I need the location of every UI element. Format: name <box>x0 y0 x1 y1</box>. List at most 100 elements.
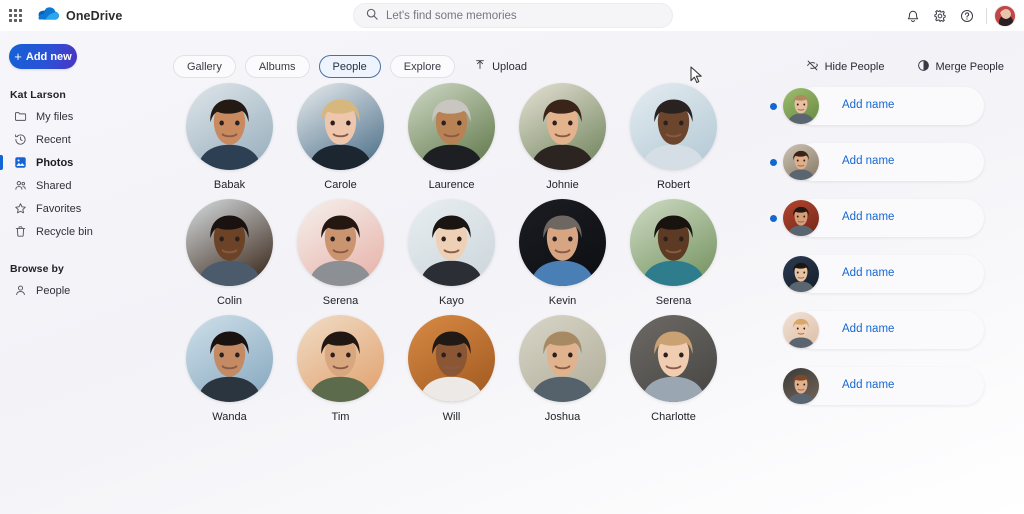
onedrive-photos-people-page: OneDrive Let's find some memories + Add … <box>0 0 1024 514</box>
person-tile[interactable]: Laurence <box>396 83 507 191</box>
person-tile[interactable]: Will <box>396 315 507 423</box>
tab-gallery[interactable]: Gallery <box>173 55 236 78</box>
person-name: Charlotte <box>651 411 696 423</box>
tab-albums[interactable]: Albums <box>244 55 310 78</box>
avatar[interactable] <box>994 4 1016 27</box>
person-face-photo <box>186 315 273 402</box>
person-face-photo <box>408 315 495 402</box>
tab-explore[interactable]: Explore <box>389 55 456 78</box>
hide-people-button[interactable]: Hide People <box>800 55 891 78</box>
sidebar-item-favorites[interactable]: Favorites <box>0 197 160 220</box>
sidebar-item-recent[interactable]: Recent <box>0 128 160 151</box>
suggestion-face-photo <box>783 256 819 292</box>
sidebar-item-label: Photos <box>36 156 74 169</box>
suggestion-face-photo <box>783 88 819 124</box>
upload-label: Upload <box>492 60 527 73</box>
add-name-label[interactable]: Add name <box>842 323 894 335</box>
add-new-label: Add new <box>25 50 72 63</box>
bell-icon[interactable] <box>900 3 925 28</box>
star-icon <box>13 202 27 216</box>
brand-name: OneDrive <box>66 8 123 23</box>
sidebar-item-photos[interactable]: Photos <box>0 151 160 174</box>
person-tile[interactable]: Serena <box>618 199 729 307</box>
person-name: Serena <box>322 295 359 307</box>
add-name-label[interactable]: Add name <box>842 99 894 111</box>
person-name: Serena <box>655 295 692 307</box>
sidebar-item-recycle-bin[interactable]: Recycle bin <box>0 220 160 243</box>
suggestion-face-photo <box>783 200 819 236</box>
merge-people-button[interactable]: Merge People <box>911 55 1011 78</box>
toolbar-divider <box>986 7 987 24</box>
plus-icon: + <box>14 49 22 64</box>
search-icon <box>366 7 378 25</box>
person-name: Robert <box>656 179 691 191</box>
add-name-row[interactable]: Add name <box>770 255 1020 293</box>
person-tile[interactable]: Robert <box>618 83 729 191</box>
photos-icon <box>13 156 27 170</box>
person-tile[interactable]: Kayo <box>396 199 507 307</box>
sidebar-item-label: Recent <box>36 133 71 146</box>
merge-people-label: Merge People <box>935 60 1005 73</box>
person-name: Carole <box>324 179 357 191</box>
person-tile[interactable]: Charlotte <box>618 315 729 423</box>
add-name-label[interactable]: Add name <box>842 211 894 223</box>
add-name-row[interactable]: Add name <box>770 87 1020 125</box>
app-launcher-grid-icon[interactable] <box>0 9 30 22</box>
sidebar-item-my-files[interactable]: My files <box>0 105 160 128</box>
people-actions: Hide People Merge People <box>796 55 1010 78</box>
person-tile[interactable]: Babak <box>174 83 285 191</box>
sidebar-item-people[interactable]: People <box>0 279 160 302</box>
sidebar-item-label: People <box>36 284 71 297</box>
top-bar-actions <box>900 0 1016 31</box>
search-box[interactable] <box>353 3 673 28</box>
suggestion-face-photo <box>783 144 819 180</box>
search-container[interactable] <box>353 3 673 28</box>
person-tile[interactable]: Tim <box>285 315 396 423</box>
upload-button[interactable]: Upload <box>468 55 533 78</box>
people-icon <box>13 179 27 193</box>
person-name: Colin <box>216 295 243 307</box>
sidebar-item-label: My files <box>36 110 74 123</box>
people-row: Colin Serena Kayo Kevin Serena <box>174 199 764 307</box>
add-name-row[interactable]: Add name <box>770 367 1020 405</box>
unread-dot-icon <box>770 215 777 222</box>
person-tile[interactable]: Wanda <box>174 315 285 423</box>
tab-people[interactable]: People <box>318 55 381 78</box>
question-circle-icon[interactable] <box>954 3 979 28</box>
unread-dot-icon <box>770 103 777 110</box>
person-tile[interactable]: Joshua <box>507 315 618 423</box>
add-name-label[interactable]: Add name <box>842 267 894 279</box>
person-face-photo <box>408 83 495 170</box>
person-name: Kevin <box>548 295 577 307</box>
add-name-row[interactable]: Add name <box>770 143 1020 181</box>
main-content: Gallery Albums People Explore Upload Hid… <box>160 31 1024 514</box>
view-tabs: Gallery Albums People Explore Upload <box>173 55 533 78</box>
onedrive-cloud-icon <box>38 6 59 26</box>
brand-home-link[interactable]: OneDrive <box>38 6 122 26</box>
search-input[interactable] <box>386 9 641 22</box>
person-tile[interactable]: Colin <box>174 199 285 307</box>
person-tile[interactable]: Johnie <box>507 83 618 191</box>
trash-icon <box>13 225 27 239</box>
browse-by-header: Browse by <box>10 263 64 275</box>
add-name-label[interactable]: Add name <box>842 379 894 391</box>
person-tile[interactable]: Serena <box>285 199 396 307</box>
person-name: Johnie <box>546 179 579 191</box>
person-face-photo <box>408 199 495 286</box>
hide-people-label: Hide People <box>824 60 885 73</box>
add-new-button[interactable]: + Add new <box>9 44 77 69</box>
gear-icon[interactable] <box>927 3 952 28</box>
person-name: Babak <box>213 179 246 191</box>
add-name-row[interactable]: Add name <box>770 311 1020 349</box>
add-name-label[interactable]: Add name <box>842 155 894 167</box>
person-name: Will <box>442 411 461 423</box>
person-face-photo <box>519 83 606 170</box>
person-name: Tim <box>331 411 350 423</box>
add-name-row[interactable]: Add name <box>770 199 1020 237</box>
person-tile[interactable]: Kevin <box>507 199 618 307</box>
person-icon <box>13 284 27 298</box>
merge-circles-icon <box>917 59 930 75</box>
sidebar-item-shared[interactable]: Shared <box>0 174 160 197</box>
person-tile[interactable]: Carole <box>285 83 396 191</box>
people-row: Babak Carole Laurence Johnie Robert <box>174 83 764 191</box>
